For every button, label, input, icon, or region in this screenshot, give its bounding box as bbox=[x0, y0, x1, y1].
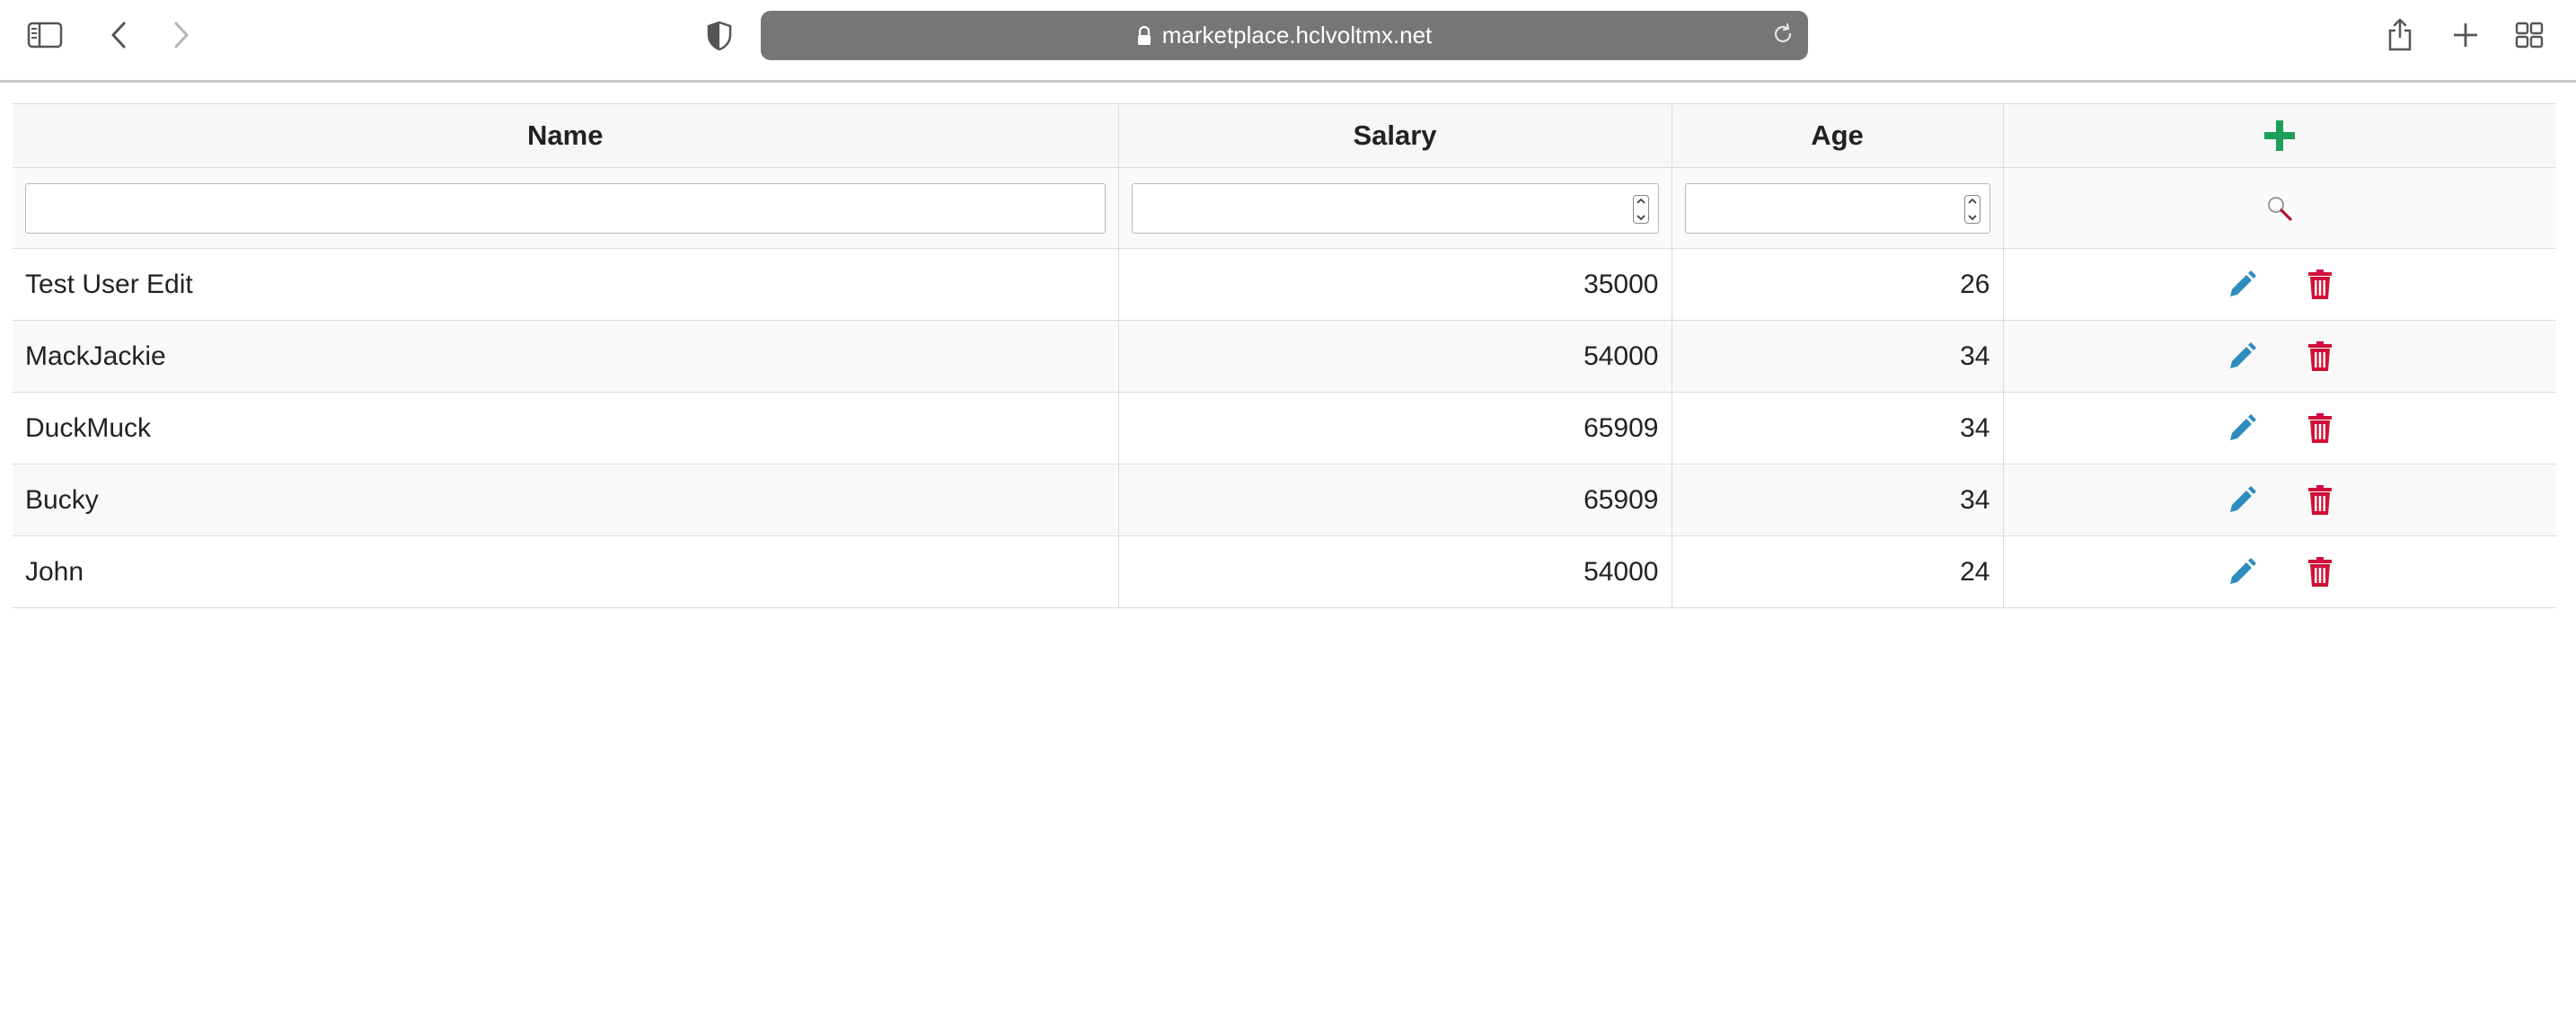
cell-name: MackJackie bbox=[13, 320, 1119, 393]
tab-overview-icon[interactable] bbox=[2513, 20, 2545, 50]
pencil-icon[interactable] bbox=[2227, 485, 2257, 516]
pencil-icon[interactable] bbox=[2227, 270, 2257, 300]
age-filter-input[interactable] bbox=[1684, 182, 1990, 234]
sidebar-icon[interactable] bbox=[27, 20, 63, 50]
magnifier-icon[interactable] bbox=[2265, 194, 2294, 223]
pencil-icon[interactable] bbox=[2227, 557, 2257, 588]
cell-salary: 54000 bbox=[1117, 535, 1672, 608]
table-row[interactable]: DuckMuck 65909 34 bbox=[13, 392, 2556, 464]
column-header-salary[interactable]: Salary bbox=[1117, 103, 1672, 168]
cell-name: Bucky bbox=[13, 464, 1119, 536]
cell-age: 26 bbox=[1671, 248, 2004, 321]
cell-age: 34 bbox=[1671, 320, 2004, 393]
cell-age: 34 bbox=[1671, 392, 2004, 464]
name-filter-input[interactable] bbox=[25, 182, 1106, 234]
cell-salary: 65909 bbox=[1117, 392, 1672, 464]
table-row[interactable]: Bucky 65909 34 bbox=[13, 464, 2556, 536]
url-text: marketplace.hclvoltmx.net bbox=[1161, 22, 1433, 49]
header-row: Name Salary Age bbox=[13, 103, 2556, 168]
pencil-icon[interactable] bbox=[2227, 341, 2257, 372]
lock-icon bbox=[1137, 25, 1151, 46]
plus-icon[interactable] bbox=[2262, 118, 2298, 154]
cell-name: John bbox=[13, 535, 1119, 608]
cell-name: Test User Edit bbox=[13, 248, 1119, 321]
table-row[interactable]: John 54000 24 bbox=[13, 535, 2556, 608]
add-row-header bbox=[2002, 103, 2556, 168]
trash-icon[interactable] bbox=[2307, 412, 2333, 444]
cell-salary: 35000 bbox=[1117, 248, 1672, 321]
salary-spinner[interactable] bbox=[1632, 194, 1649, 224]
share-icon[interactable] bbox=[2386, 14, 2414, 54]
browser-toolbar: marketplace.hclvoltmx.net bbox=[0, 0, 2576, 83]
cell-salary: 65909 bbox=[1117, 464, 1672, 536]
trash-icon[interactable] bbox=[2307, 484, 2333, 516]
new-tab-icon[interactable] bbox=[2450, 20, 2481, 50]
data-grid: Name Salary Age Test User Edit 35000 26 … bbox=[13, 103, 2556, 608]
back-icon[interactable] bbox=[106, 18, 131, 52]
table-row[interactable]: Test User Edit 35000 26 bbox=[13, 248, 2556, 321]
column-header-name[interactable]: Name bbox=[13, 103, 1119, 168]
forward-icon[interactable] bbox=[169, 18, 194, 52]
trash-icon[interactable] bbox=[2307, 340, 2333, 372]
trash-icon[interactable] bbox=[2307, 556, 2333, 588]
cell-age: 24 bbox=[1671, 535, 2004, 608]
address-bar[interactable]: marketplace.hclvoltmx.net bbox=[761, 11, 1808, 60]
cell-age: 34 bbox=[1671, 464, 2004, 536]
cell-name: DuckMuck bbox=[13, 392, 1119, 464]
salary-filter-input[interactable] bbox=[1131, 182, 1659, 234]
filter-row bbox=[13, 167, 2556, 249]
cell-salary: 54000 bbox=[1117, 320, 1672, 393]
reload-icon[interactable] bbox=[1770, 22, 1795, 53]
shield-icon[interactable] bbox=[704, 20, 735, 52]
table-row[interactable]: MackJackie 54000 34 bbox=[13, 320, 2556, 393]
trash-icon[interactable] bbox=[2307, 269, 2333, 300]
pencil-icon[interactable] bbox=[2227, 413, 2257, 444]
age-spinner[interactable] bbox=[1963, 194, 1981, 224]
column-header-age[interactable]: Age bbox=[1671, 103, 2004, 168]
